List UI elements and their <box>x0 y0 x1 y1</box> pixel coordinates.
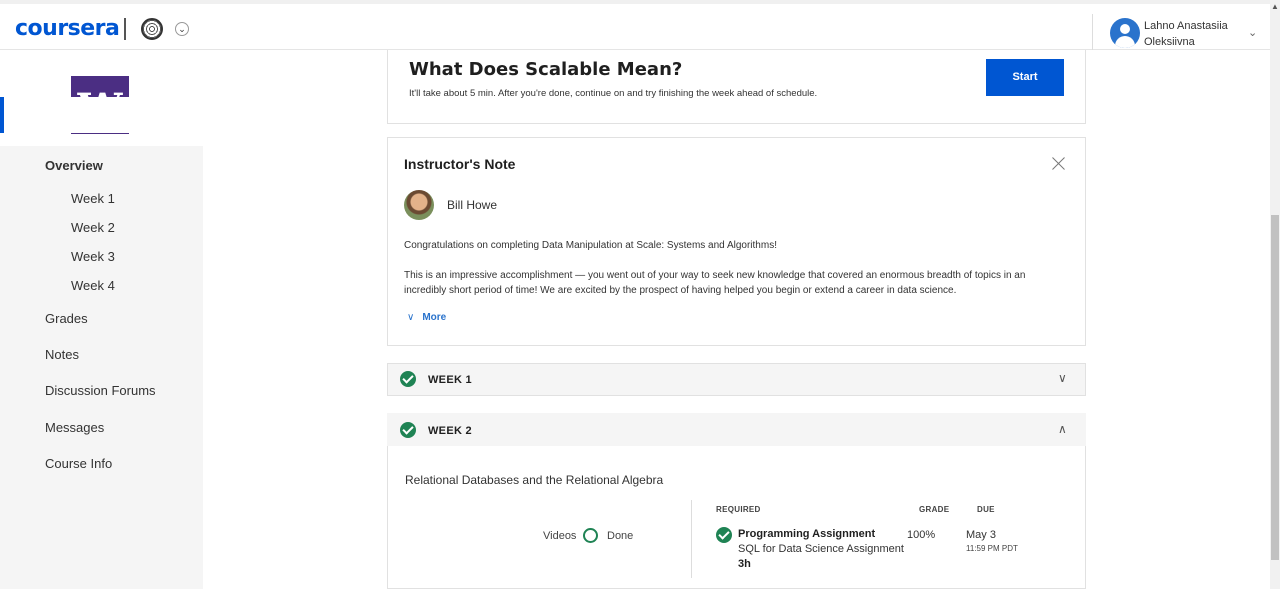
sidebar-item-week-2[interactable]: Week 2 <box>71 220 115 235</box>
next-item-title[interactable]: What Does Scalable Mean? <box>409 59 682 80</box>
assignment-type[interactable]: Programming Assignment <box>738 528 875 540</box>
module-title[interactable]: Relational Databases and the Relational … <box>405 473 663 487</box>
sidebar-item-week-1[interactable]: Week 1 <box>71 191 115 206</box>
sidebar-item-messages[interactable]: Messages <box>45 420 104 435</box>
check-circle-icon <box>400 371 416 387</box>
sidebar-item-overview-bg <box>0 97 203 133</box>
user-divider <box>1092 14 1093 50</box>
chevron-up-icon[interactable]: ∧ <box>1058 422 1067 436</box>
col-required: REQUIRED <box>716 505 761 514</box>
coursera-logo[interactable]: coursera <box>15 16 120 41</box>
user-name[interactable]: Lahno Anastasiia Oleksiivna <box>1144 18 1244 50</box>
sidebar-item-discussion-forums[interactable]: Discussion Forums <box>45 383 156 398</box>
note-paragraph-2: This is an impressive accomplishment — y… <box>404 270 1026 296</box>
user-menu-chevron-icon[interactable]: ⌄ <box>1248 26 1257 39</box>
check-circle-icon <box>400 422 416 438</box>
instructor-note-heading: Instructor's Note <box>404 156 516 172</box>
sidebar-item-overview[interactable]: Overview <box>45 158 103 173</box>
assignment-grade: 100% <box>907 529 936 541</box>
week-2-label: WEEK 2 <box>428 425 472 437</box>
assignment-name[interactable]: SQL for Data Science Assignment <box>738 543 904 555</box>
instructor-avatar <box>404 190 434 220</box>
note-paragraph-1: Congratulations on completing Data Manip… <box>404 240 777 251</box>
next-item-subtitle: It'll take about 5 min. After you're don… <box>409 88 818 99</box>
sidebar-item-grades[interactable]: Grades <box>45 311 88 326</box>
sidebar-item-week-4[interactable]: Week 4 <box>71 278 115 293</box>
week-1-header[interactable] <box>387 363 1086 396</box>
divider <box>691 500 692 578</box>
logo-divider <box>124 18 126 40</box>
scrollbar-thumb[interactable] <box>1271 215 1279 560</box>
week-2-header[interactable] <box>387 413 1086 446</box>
scroll-up-arrow-icon[interactable]: ▲ <box>1271 2 1279 11</box>
chevron-down-icon[interactable]: ⌄ <box>175 22 189 36</box>
sidebar-item-notes[interactable]: Notes <box>45 347 79 362</box>
sidebar-item-week-3[interactable]: Week 3 <box>71 249 115 264</box>
university-seal-icon[interactable] <box>141 18 163 40</box>
week-1-label: WEEK 1 <box>428 374 472 386</box>
assignment-duration: 3h <box>738 558 751 570</box>
more-label: More <box>422 312 447 323</box>
check-circle-icon <box>716 527 732 543</box>
top-bar: coursera ⌄ Lahno Anastasiia Oleksiivna ⌄ <box>0 0 1280 50</box>
start-button[interactable]: Start <box>986 59 1064 96</box>
due-time: 11:59 PM PDT <box>966 544 1018 553</box>
col-grade: GRADE <box>919 505 950 514</box>
sidebar-item-course-info[interactable]: Course Info <box>45 456 112 471</box>
col-due: DUE <box>977 505 995 514</box>
instructor-name[interactable]: Bill Howe <box>447 198 497 212</box>
chevron-down-icon: ∨ <box>407 312 415 323</box>
user-avatar-icon[interactable] <box>1110 18 1140 48</box>
close-icon[interactable] <box>1050 155 1068 173</box>
due-date: May 3 <box>966 529 996 541</box>
more-link[interactable]: ∨ More <box>407 312 446 323</box>
videos-label: Videos <box>543 530 577 542</box>
chevron-down-icon[interactable]: ∨ <box>1058 371 1067 385</box>
sidebar-active-indicator <box>0 97 4 133</box>
circle-outline-icon <box>583 528 598 543</box>
done-label: Done <box>607 530 634 542</box>
